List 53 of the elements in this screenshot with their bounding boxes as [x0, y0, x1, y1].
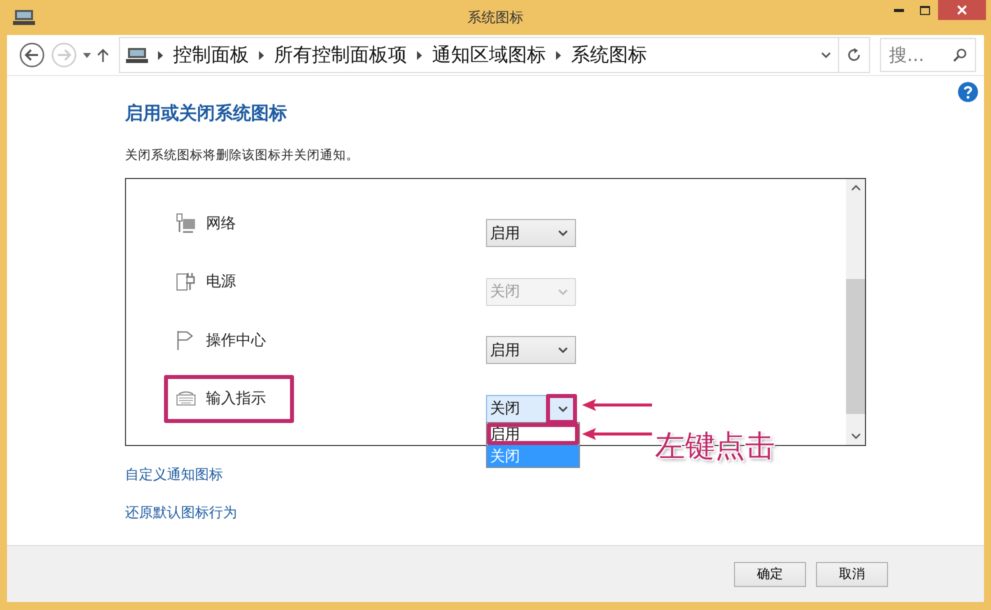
- breadcrumb-item[interactable]: 所有控制面板项: [274, 42, 407, 68]
- chevron-right-icon: [556, 50, 561, 60]
- item-label: 网络: [206, 214, 236, 232]
- item-label: 输入指示: [206, 389, 266, 408]
- close-button[interactable]: [938, 0, 986, 20]
- maximize-icon: [920, 6, 930, 14]
- chevron-right-icon: [417, 50, 422, 60]
- search-field[interactable]: 搜...: [880, 38, 976, 72]
- dropdown-option[interactable]: 启用: [487, 422, 579, 444]
- link[interactable]: 还原默认图标行为: [125, 505, 237, 521]
- dropdown[interactable]: 启用: [486, 336, 576, 364]
- dropdown[interactable]: 启用: [486, 219, 576, 247]
- breadcrumb-item[interactable]: 控制面板: [173, 42, 249, 68]
- scrollbar[interactable]: [846, 179, 865, 445]
- chevron-down-icon: [557, 404, 569, 414]
- section-heading: 启用或关闭系统图标: [125, 102, 288, 125]
- help-icon[interactable]: [958, 82, 978, 102]
- close-icon: [957, 5, 967, 15]
- breadcrumb-item[interactable]: 通知区域图标: [432, 42, 546, 68]
- up-arrow-icon: [97, 48, 109, 62]
- description-text: 关闭系统图标将删除该图标并关闭通知。: [125, 147, 360, 164]
- scroll-down-icon[interactable]: [850, 433, 860, 439]
- chevron-down-icon: [557, 345, 569, 355]
- item-label: 电源: [206, 272, 236, 291]
- scrollbar-thumb[interactable]: [846, 279, 865, 414]
- chevron-down-icon: [820, 50, 832, 60]
- chevron-right-icon: [158, 50, 163, 60]
- power-plug-icon: [176, 271, 196, 292]
- caret-icon: [83, 52, 91, 58]
- item-label: 操作中心: [206, 330, 266, 350]
- refresh-icon: [846, 47, 862, 63]
- network-icon: [176, 212, 196, 234]
- up-button[interactable]: [97, 48, 109, 62]
- computer-icon: [126, 47, 148, 63]
- computer-icon: [13, 9, 35, 25]
- search-icon: [953, 48, 967, 62]
- chevron-down-icon: [557, 228, 569, 238]
- breadcrumb-item[interactable]: 系统图标: [571, 42, 647, 68]
- link[interactable]: 自定义通知图标: [125, 467, 223, 483]
- arrow: [582, 398, 652, 410]
- chevron-right-icon: [259, 50, 264, 60]
- address-bar[interactable]: 控制面板 所有控制面板项 通知区域图标 系统图标: [119, 37, 839, 73]
- back-button[interactable]: [19, 42, 45, 68]
- dropdown: 关闭: [486, 278, 576, 306]
- scroll-up-icon[interactable]: [850, 185, 860, 191]
- window-title: 系统图标: [468, 8, 524, 26]
- arrow: [582, 428, 652, 440]
- dialog-button[interactable]: 确定: [734, 562, 806, 586]
- refresh-button[interactable]: [839, 37, 870, 73]
- chevron-down-icon: [557, 286, 569, 296]
- dialog-button[interactable]: 取消: [816, 562, 888, 586]
- recent-dropdown-button[interactable]: [83, 52, 91, 58]
- minimize-icon: [894, 8, 904, 12]
